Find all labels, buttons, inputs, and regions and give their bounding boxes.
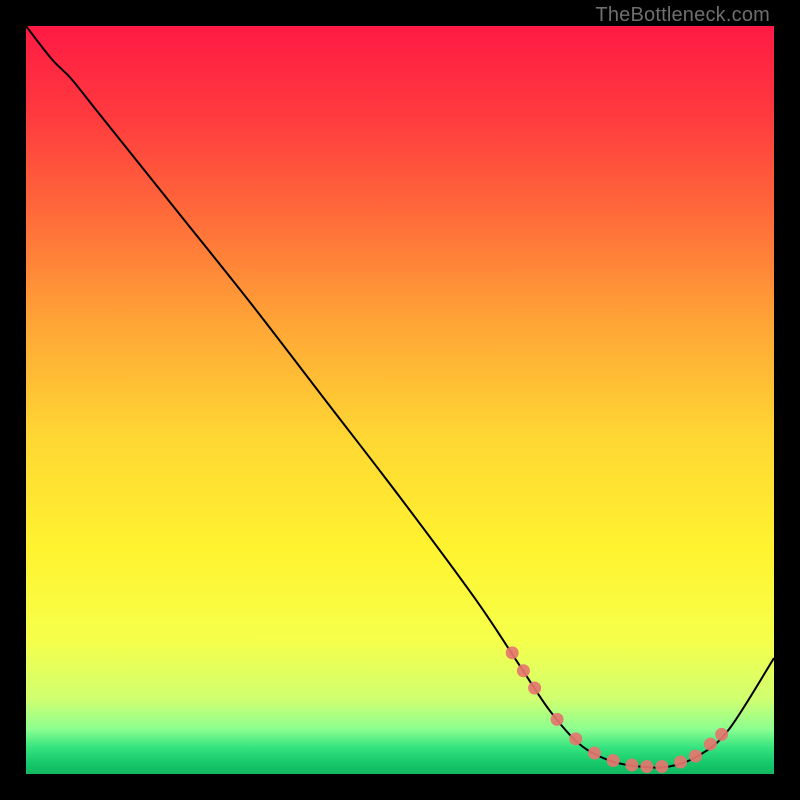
highlight-dot <box>625 759 638 772</box>
highlight-dot <box>588 747 601 760</box>
highlight-dot <box>674 756 687 769</box>
attribution-label: TheBottleneck.com <box>595 4 770 27</box>
highlight-dot <box>704 738 717 751</box>
chart-frame: TheBottleneck.com <box>0 0 800 800</box>
highlight-dot <box>506 646 519 659</box>
highlight-dot <box>655 760 668 773</box>
highlight-dot <box>689 750 702 763</box>
highlight-dot <box>640 760 653 773</box>
chart-svg <box>26 26 774 774</box>
highlight-dot <box>715 728 728 741</box>
gradient-background <box>26 26 774 774</box>
highlight-dot <box>551 713 564 726</box>
plot-area <box>26 26 774 774</box>
highlight-dot <box>517 664 530 677</box>
highlight-dot <box>528 681 541 694</box>
highlight-dot <box>607 754 620 767</box>
highlight-dot <box>569 732 582 745</box>
